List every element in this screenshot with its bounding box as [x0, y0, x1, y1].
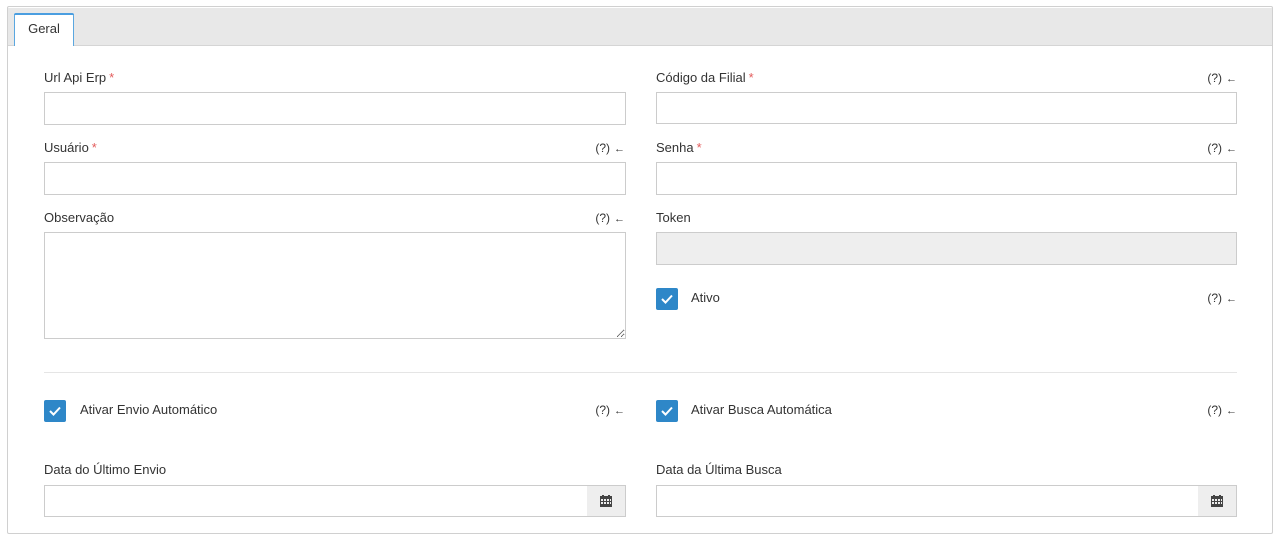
observacao-label: Observação [44, 210, 115, 225]
ativar-busca-help: (?) ← [1207, 403, 1237, 417]
senha-help: (?) ← [1207, 141, 1237, 155]
codigo-filial-label: Código da Filial * [656, 70, 754, 85]
ativo-label: Ativo [691, 290, 720, 305]
arrow-left-icon: ← [614, 405, 625, 417]
help-link[interactable]: (?) [595, 141, 610, 155]
arrow-left-icon: ← [1226, 143, 1237, 155]
ativar-envio-checkbox[interactable] [44, 400, 66, 422]
help-link[interactable]: (?) [1207, 71, 1222, 85]
observacao-textarea[interactable] [44, 232, 626, 339]
arrow-left-icon: ← [1226, 405, 1237, 417]
check-icon [49, 406, 61, 416]
url-api-erp-input[interactable] [44, 92, 626, 125]
ativo-help: (?) ← [1207, 291, 1237, 305]
usuario-help: (?) ← [595, 141, 625, 155]
url-api-erp-label-text: Url Api Erp [44, 70, 107, 85]
codigo-filial-help: (?) ← [1207, 71, 1237, 85]
check-icon [661, 294, 673, 304]
help-link[interactable]: (?) [595, 403, 610, 417]
url-api-erp-label: Url Api Erp * [44, 70, 114, 85]
ativo-checkbox[interactable] [656, 288, 678, 310]
senha-input[interactable] [656, 162, 1237, 195]
ativar-envio-label: Ativar Envio Automático [80, 402, 218, 417]
arrow-left-icon: ← [614, 213, 625, 225]
data-ultima-busca-input[interactable] [656, 485, 1199, 517]
senha-label: Senha * [656, 140, 702, 155]
token-label: Token [656, 210, 691, 225]
data-ultimo-envio-label: Data do Último Envio [44, 462, 167, 477]
help-link[interactable]: (?) [595, 211, 610, 225]
codigo-filial-label-text: Código da Filial [656, 70, 746, 85]
required-mark: * [109, 70, 115, 85]
arrow-left-icon: ← [1226, 293, 1237, 305]
ativar-busca-label: Ativar Busca Automática [691, 402, 832, 417]
data-ultima-busca-label: Data da Última Busca [656, 462, 782, 477]
help-link[interactable]: (?) [1207, 403, 1222, 417]
help-link[interactable]: (?) [1207, 141, 1222, 155]
arrow-left-icon: ← [614, 143, 625, 155]
calendar-icon [1211, 495, 1223, 507]
codigo-filial-input[interactable] [656, 92, 1237, 124]
required-mark: * [748, 70, 754, 85]
data-ultima-busca-calendar-button[interactable] [1198, 485, 1237, 517]
check-icon [661, 406, 673, 416]
required-mark: * [696, 140, 702, 155]
data-ultimo-envio-calendar-button[interactable] [587, 485, 626, 517]
required-mark: * [91, 140, 97, 155]
token-input [656, 232, 1237, 265]
observacao-help: (?) ← [595, 211, 625, 225]
section-divider [44, 372, 1237, 373]
tab-bar [8, 8, 1272, 46]
ativar-envio-help: (?) ← [595, 403, 625, 417]
usuario-label: Usuário * [44, 140, 97, 155]
usuario-label-text: Usuário [44, 140, 89, 155]
arrow-left-icon: ← [1226, 73, 1237, 85]
tab-geral[interactable]: Geral [14, 13, 74, 46]
data-ultimo-envio-input[interactable] [44, 485, 588, 517]
help-link[interactable]: (?) [1207, 291, 1222, 305]
senha-label-text: Senha [656, 140, 694, 155]
calendar-icon [600, 495, 612, 507]
ativar-busca-checkbox[interactable] [656, 400, 678, 422]
usuario-input[interactable] [44, 162, 626, 195]
